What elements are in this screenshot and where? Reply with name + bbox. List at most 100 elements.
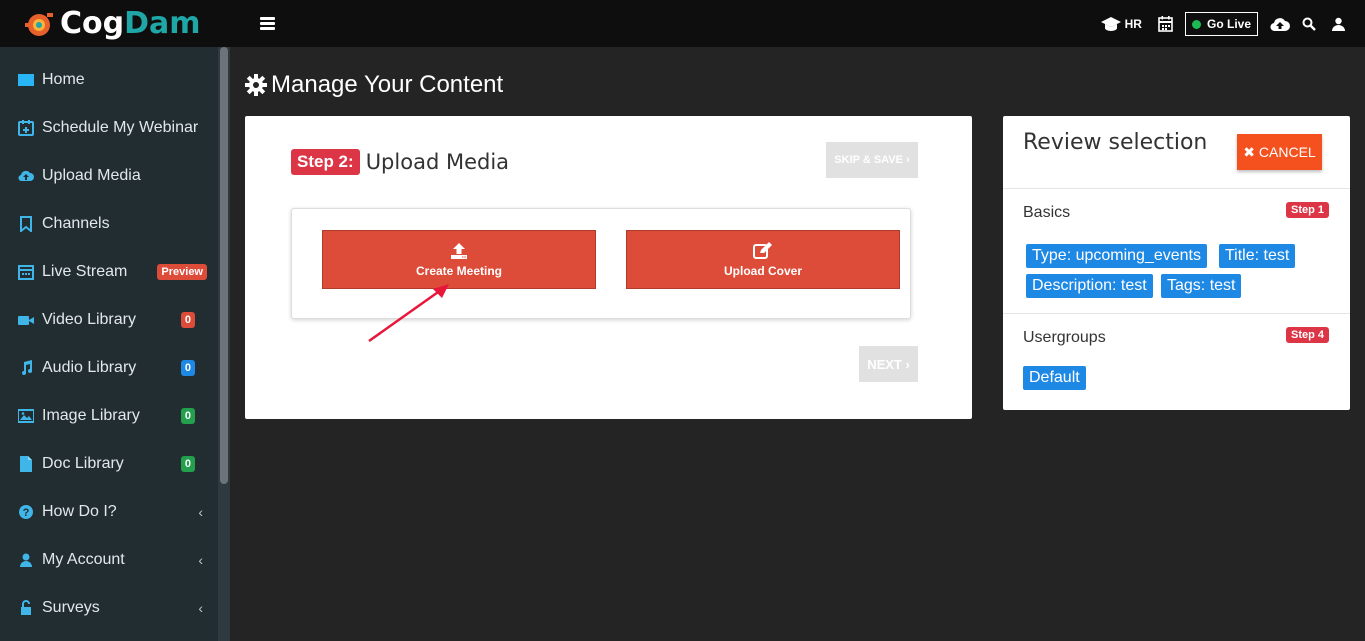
lock-icon — [18, 600, 34, 616]
sidebar-item-how-do-i[interactable]: ? How Do I? ‹ — [0, 488, 218, 536]
sidebar-item-doc-library[interactable]: Doc Library 0 — [0, 440, 218, 488]
divider — [1003, 188, 1350, 189]
sidebar-item-surveys[interactable]: Surveys ‹ — [0, 584, 218, 632]
sidebar-item-label: My Account — [42, 551, 125, 568]
monitor-icon — [18, 72, 34, 88]
sidebar: CogDam Home Schedule My Webinar Upload M… — [0, 0, 230, 641]
tag-description: Description: test — [1026, 274, 1153, 298]
topbar: HR Go Live — [230, 0, 1365, 47]
cloud-upload-icon — [1270, 17, 1290, 31]
review-title: Review selection — [1023, 130, 1208, 155]
chevron-left-icon: ‹ — [198, 504, 203, 520]
upload-cover-label: Upload Cover — [723, 263, 802, 278]
sidebar-item-my-account[interactable]: My Account ‹ — [0, 536, 218, 584]
create-meeting-label: Create Meeting — [415, 263, 503, 278]
calendar-icon — [1158, 16, 1173, 32]
sidebar-scrollbar[interactable] — [218, 47, 230, 641]
tag-title: Title: test — [1219, 244, 1296, 268]
skip-and-save-button[interactable]: SKIP & SAVE › — [826, 142, 918, 178]
go-live-label: Go Live — [1206, 17, 1251, 31]
question-circle-icon: ? — [18, 504, 34, 520]
hr-label: HR — [1124, 17, 1142, 31]
count-badge: 0 — [180, 360, 195, 376]
chevron-left-icon: ‹ — [198, 600, 203, 616]
count-badge: 0 — [180, 456, 195, 472]
cogdam-logo-icon — [25, 12, 53, 36]
scrollbar-thumb[interactable] — [220, 47, 228, 484]
brand-name-part2: Dam — [124, 6, 201, 41]
annotation-arrow — [368, 284, 449, 343]
calendar-plus-icon — [18, 120, 34, 136]
svg-text:?: ? — [23, 507, 30, 519]
sidebar-item-label: Schedule My Webinar — [42, 119, 199, 136]
hr-menu[interactable]: HR — [1100, 17, 1142, 31]
cancel-button[interactable]: ✖ CANCEL — [1237, 134, 1322, 170]
search-button[interactable] — [1302, 17, 1316, 31]
calendar-icon — [18, 264, 34, 280]
document-icon — [18, 456, 34, 472]
music-note-icon — [18, 360, 34, 376]
topbar-actions: HR Go Live — [1089, 11, 1345, 37]
go-live-button[interactable]: Go Live — [1184, 12, 1258, 36]
chevron-left-icon: ‹ — [198, 552, 203, 568]
graduation-cap-icon — [1100, 17, 1121, 31]
sidebar-item-label: Upload Media — [42, 167, 141, 184]
count-badge: 0 — [180, 312, 195, 328]
tag-tags: Tags: test — [1161, 274, 1242, 298]
count-badge: 0 — [180, 408, 195, 424]
step-number-badge: Step 2: — [291, 149, 360, 175]
page-title-text: Manage Your Content — [271, 71, 504, 98]
sidebar-item-label: Channels — [42, 215, 110, 232]
sidebar-item-upload-media[interactable]: Upload Media — [0, 152, 218, 200]
live-status-dot — [1191, 19, 1201, 29]
sidebar-item-label: Live Stream — [42, 263, 128, 280]
step-heading: Step 2: Upload Media — [291, 149, 509, 175]
review-selection-card: Review selection ✖ CANCEL Basics Step 1 … — [1003, 116, 1350, 410]
sidebar-item-label: Image Library — [42, 407, 140, 424]
sidebar-item-label: Doc Library — [42, 455, 124, 472]
sidebar-item-label: How Do I? — [42, 503, 117, 520]
user-icon — [18, 552, 34, 568]
preview-badge: Preview — [157, 264, 207, 280]
usergroups-step-badge[interactable]: Step 4 — [1285, 327, 1329, 343]
tag-usergroup: Default — [1023, 366, 1086, 390]
sidebar-item-audio-library[interactable]: Audio Library 0 — [0, 344, 218, 392]
upload-icon — [451, 242, 467, 259]
sidebar-item-label: Home — [42, 71, 85, 88]
sidebar-item-label: Surveys — [42, 599, 100, 616]
logo[interactable]: CogDam — [0, 0, 230, 47]
basics-label: Basics — [1023, 204, 1071, 221]
user-menu-button[interactable] — [1332, 17, 1345, 31]
calendar-button[interactable] — [1158, 16, 1173, 32]
step-title: Upload Media — [365, 150, 510, 174]
sidebar-item-schedule-webinar[interactable]: Schedule My Webinar — [0, 104, 218, 152]
sidebar-item-video-library[interactable]: Video Library 0 — [0, 296, 218, 344]
upload-media-card: Step 2: Upload Media SKIP & SAVE › Creat… — [245, 116, 972, 419]
sidebar-item-image-library[interactable]: Image Library 0 — [0, 392, 218, 440]
brand-name: CogDam — [60, 6, 201, 41]
divider — [1003, 313, 1350, 314]
page-title: Manage Your Content — [245, 71, 503, 99]
upload-cover-button[interactable]: Upload Cover — [626, 230, 900, 289]
sidebar-item-label: Audio Library — [42, 359, 137, 376]
sidebar-item-label: Video Library — [42, 311, 136, 328]
tag-type: Type: upcoming_events — [1026, 244, 1207, 268]
sidebar-item-channels[interactable]: Channels — [0, 200, 218, 248]
search-icon — [1302, 17, 1316, 31]
gear-icon — [245, 74, 267, 96]
next-button[interactable]: NEXT › — [859, 346, 918, 382]
hamburger-menu-icon[interactable] — [260, 17, 275, 30]
image-icon — [18, 408, 34, 424]
edit-icon — [753, 241, 772, 259]
bookmark-icon — [18, 216, 34, 232]
brand-name-part1: Cog — [60, 6, 125, 41]
upload-button[interactable] — [1270, 17, 1290, 32]
usergroups-label: Usergroups — [1023, 329, 1106, 346]
user-icon — [1332, 17, 1345, 31]
sidebar-menu: Home Schedule My Webinar Upload Media Ch… — [0, 56, 218, 632]
video-camera-icon — [18, 312, 34, 328]
cloud-upload-icon — [18, 168, 34, 184]
basics-step-badge[interactable]: Step 1 — [1285, 202, 1329, 218]
sidebar-item-live-stream[interactable]: Live Stream Preview — [0, 248, 218, 296]
sidebar-item-home[interactable]: Home — [0, 56, 218, 104]
